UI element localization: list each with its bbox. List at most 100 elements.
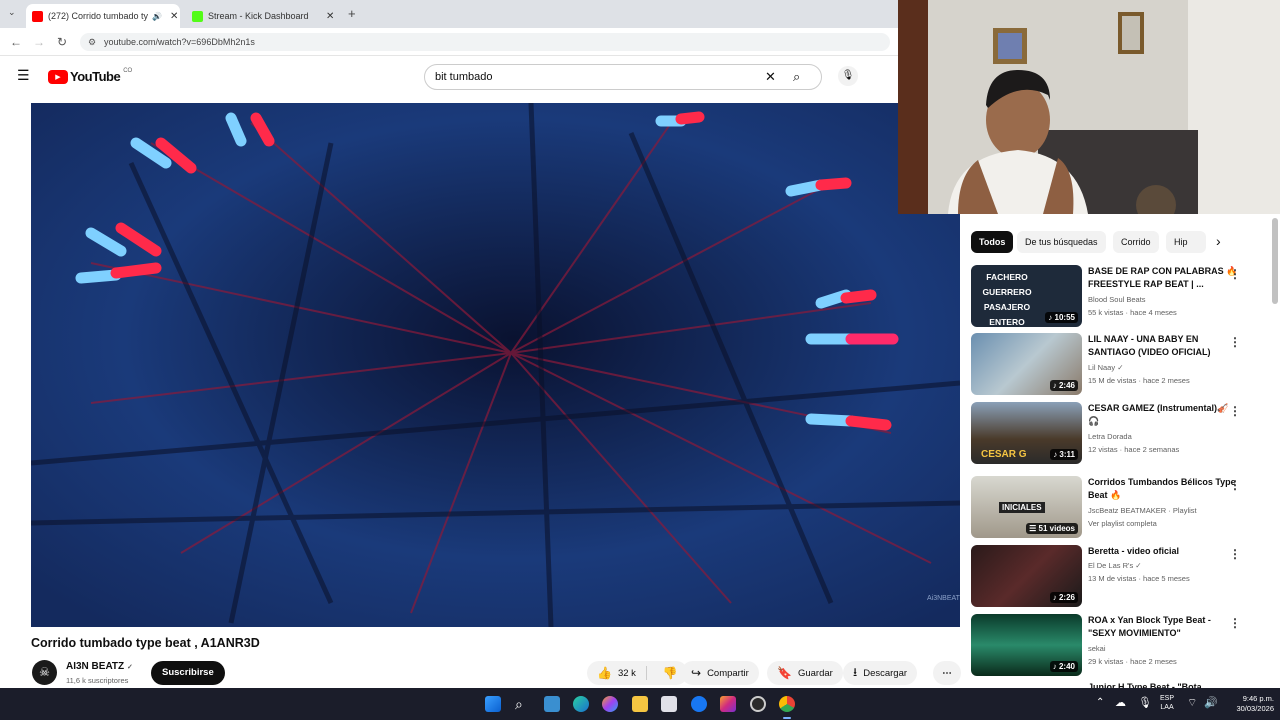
youtube-wordmark: YouTube (70, 69, 121, 84)
more-options-icon[interactable]: ⋮ (1229, 616, 1241, 630)
tab-search-icon[interactable]: ⌄ (8, 7, 16, 18)
tab-kick[interactable]: Stream - Kick Dashboard ✕ (186, 4, 342, 28)
tab-youtube[interactable]: (272) Corrido tumbado type beat 🔊 ✕ (26, 4, 180, 28)
recommendation-item[interactable]: ♪ 2:46 LIL NAAY - UNA BABY EN SANTIAGO (… (971, 333, 1261, 397)
channel-name[interactable]: El De Las R's ✓ (1088, 561, 1248, 570)
thumbnail[interactable]: CESAR G ♪ 3:11 (971, 402, 1082, 464)
search-icon[interactable]: ⌕ (793, 65, 800, 89)
share-label: Compartir (707, 667, 749, 679)
save-button[interactable]: 🔖 Guardar (767, 661, 843, 685)
more-options-icon[interactable]: ⋮ (1229, 335, 1241, 349)
channel-name[interactable]: Blood Soul Beats (1088, 295, 1248, 304)
file-explorer-icon[interactable] (632, 696, 648, 712)
volume-icon[interactable]: 🔊 (1204, 696, 1218, 709)
url-field[interactable]: ⚙ youtube.com/watch?v=696DbMh2n1s (80, 33, 890, 51)
subscribe-button[interactable]: Suscribirse (151, 661, 225, 685)
search-input[interactable]: bit tumbado ✕ ⌕ (424, 64, 822, 90)
recommendation-item[interactable]: ♪ 2:26 Beretta - video oficial El De Las… (971, 545, 1261, 609)
address-bar-row: ← → ↻ ⚙ youtube.com/watch?v=696DbMh2n1s (0, 28, 900, 56)
sidebar-scrollbar[interactable] (1272, 218, 1278, 304)
webcam-image (898, 0, 1280, 214)
share-button[interactable]: ↪ Compartir (681, 661, 759, 685)
facebook-icon[interactable] (691, 696, 707, 712)
language-code: ESP (1160, 695, 1175, 702)
video-title[interactable]: LIL NAAY - UNA BABY EN SANTIAGO (VIDEO O… (1088, 333, 1238, 359)
clock[interactable]: 9:46 p.m. 30/03/2026 (1224, 694, 1274, 714)
channel-name[interactable]: Lil Naay ✓ (1088, 363, 1248, 372)
recommendation-item[interactable]: INICIALES ☰ 51 videos Corridos Tumbandos… (971, 476, 1261, 540)
thumbs-up-icon: 👍 (597, 666, 612, 680)
search-icon[interactable]: ⌕ (515, 696, 531, 712)
browser-tab-strip: ⌄ (272) Corrido tumbado type beat 🔊 ✕ St… (0, 0, 900, 28)
chip-corrido[interactable]: Corrido (1113, 231, 1159, 253)
menu-icon[interactable]: ☰ (17, 68, 30, 82)
obs-icon[interactable] (750, 696, 766, 712)
video-title[interactable]: Beretta - video oficial (1088, 545, 1238, 558)
more-actions-button[interactable]: ⋯ (933, 661, 961, 685)
date: 30/03/2026 (1236, 704, 1274, 713)
channel-name[interactable]: Letra Dorada (1088, 432, 1248, 441)
video-player[interactable]: Ai3NBEATZ (31, 103, 960, 627)
microphone-icon[interactable]: 🎙 (838, 66, 858, 86)
network-icon[interactable]: ☁ (1115, 696, 1126, 709)
like-count: 32 k (617, 667, 636, 679)
chevron-right-icon[interactable]: › (1216, 234, 1221, 248)
more-options-icon[interactable]: ⋮ (1229, 478, 1241, 492)
channel-name[interactable]: AI3N BEATZ ✓ (66, 661, 133, 672)
duration-text: 3:11 (1059, 450, 1075, 459)
download-button[interactable]: ⭳ Descargar (843, 661, 918, 685)
clear-search-icon[interactable]: ✕ (765, 65, 776, 89)
chip-from-searches[interactable]: De tus búsquedas (1017, 231, 1106, 253)
instagram-icon[interactable] (720, 696, 736, 712)
edge-icon[interactable] (573, 696, 589, 712)
recommendation-item[interactable]: FACHERO GUERRERO PASAJERO ENTERO ♪ 10:55… (971, 265, 1261, 329)
keyboard-language[interactable]: ESP LAA (1160, 694, 1174, 712)
thumbnail[interactable]: ♪ 2:46 (971, 333, 1082, 395)
site-info-icon[interactable]: ⚙ (88, 33, 96, 51)
notes-app-icon[interactable] (544, 696, 560, 712)
channel-avatar[interactable]: ☠ (32, 660, 57, 685)
download-icon: ⭳ (853, 664, 858, 679)
chip-hip-hop[interactable]: Hip ho (1166, 231, 1206, 253)
forward-icon[interactable]: → (33, 34, 45, 50)
thumbnail[interactable]: INICIALES ☰ 51 videos (971, 476, 1082, 538)
more-options-icon[interactable]: ⋮ (1229, 547, 1241, 561)
thumbnail[interactable]: FACHERO GUERRERO PASAJERO ENTERO ♪ 10:55 (971, 265, 1082, 327)
recommendation-item[interactable]: ♪ 2:40 ROA x Yan Block Type Beat - "SEXY… (971, 614, 1261, 678)
youtube-logo[interactable]: ▶ YouTube CO (48, 68, 132, 84)
show-hidden-icons-icon[interactable]: ⌃ (1096, 697, 1104, 708)
channel-text: AI3N BEATZ (66, 661, 125, 672)
kick-favicon-icon (192, 10, 203, 22)
new-tab-icon[interactable]: + (348, 6, 356, 21)
microphone-icon[interactable]: 🎙 (1138, 696, 1152, 709)
chip-all[interactable]: Todos (971, 231, 1014, 253)
duration-badge: ♪ 2:26 (1049, 592, 1078, 603)
duration-text: 2:26 (1058, 593, 1075, 602)
tab-close-icon[interactable]: ✕ (326, 11, 334, 22)
channel-name[interactable]: JscBeatz BEATMAKER · Playlist (1088, 506, 1248, 515)
playlist-link[interactable]: Ver playlist completa (1088, 519, 1248, 528)
video-title[interactable]: BASE DE RAP CON PALABRAS 🔥FREESTYLE RAP … (1088, 265, 1238, 291)
search-query: bit tumbado (435, 71, 493, 83)
chrome-icon[interactable] (779, 696, 795, 712)
more-options-icon[interactable]: ⋮ (1229, 267, 1241, 281)
recommendation-item[interactable]: CESAR G ♪ 3:11 CESAR GAMEZ (Instrumental… (971, 402, 1261, 466)
copilot-icon[interactable] (602, 696, 618, 712)
wifi-icon[interactable]: ⌔ (1187, 696, 1197, 710)
thumbnail[interactable]: ♪ 2:40 (971, 614, 1082, 676)
more-options-icon[interactable]: ⋮ (1229, 404, 1241, 418)
store-icon[interactable] (661, 696, 677, 712)
windows-start-icon[interactable] (485, 696, 501, 712)
reload-icon[interactable]: ↻ (57, 34, 67, 50)
back-icon[interactable]: ← (10, 34, 22, 50)
video-title[interactable]: CESAR GAMEZ (Instrumental)🎻🎧 (1088, 402, 1238, 428)
channel-name[interactable]: sekai (1088, 644, 1248, 653)
thumbnail[interactable]: ♪ 2:26 (971, 545, 1082, 607)
like-button[interactable]: 👍 32 k (587, 666, 647, 680)
tab-label: Stream - Kick Dashboard (208, 11, 309, 21)
duration-text: 10:55 (1054, 313, 1075, 322)
video-title[interactable]: Corridos Tumbandos Bélicos Type Beat 🔥 (1088, 476, 1238, 502)
keyboard-layout: LAA (1160, 704, 1174, 711)
video-title[interactable]: ROA x Yan Block Type Beat - "SEXY MOVIMI… (1088, 614, 1238, 640)
tab-close-icon[interactable]: ✕ (170, 11, 178, 22)
